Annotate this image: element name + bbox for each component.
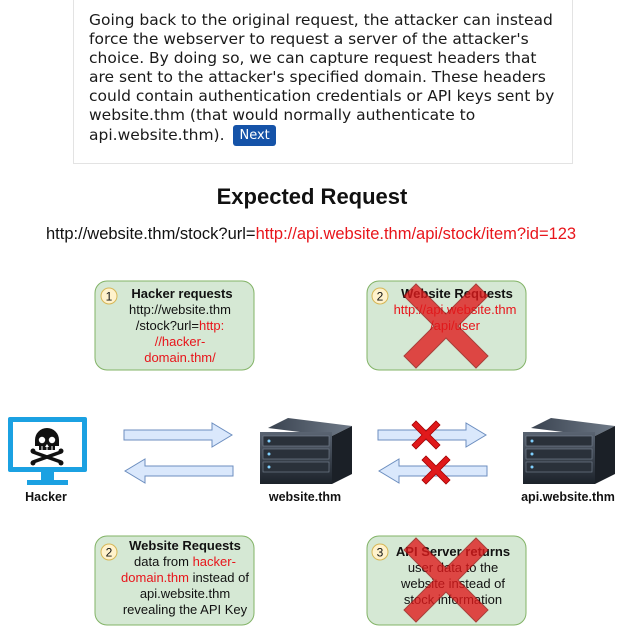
step3-line1: user data to the bbox=[407, 560, 499, 575]
step2-bottom-line3: api.website.thm bbox=[139, 586, 231, 601]
hacker-icon bbox=[8, 417, 87, 485]
api-label: api.website.thm bbox=[521, 490, 615, 504]
step1-line2-text: /stock?url= bbox=[135, 318, 199, 333]
api-server-icon bbox=[523, 418, 615, 484]
step1-text: Hacker requests http://website.thm /stoc… bbox=[104, 286, 256, 366]
hacker-label: Hacker bbox=[25, 490, 67, 504]
step2-bottom-line2-text: instead of bbox=[188, 570, 249, 585]
step2-bottom-line1: data from hacker- bbox=[108, 554, 262, 570]
step2-bottom-text: Website Requests data from hacker- domai… bbox=[108, 538, 262, 618]
step3-line3: stock information bbox=[403, 592, 503, 607]
step2-top-line2: /api/user bbox=[430, 318, 480, 333]
step1-line2: /stock?url=http: bbox=[104, 318, 256, 334]
step1-line2-red: http: bbox=[198, 318, 225, 333]
website-label: website.thm bbox=[268, 490, 342, 504]
step2-bottom-heading: Website Requests bbox=[129, 538, 241, 553]
step2-bottom-line4: revealing the API Key bbox=[122, 602, 248, 617]
step2-bottom-line1-text: data from bbox=[134, 554, 193, 569]
step1-line4: domain.thm/ bbox=[144, 350, 216, 365]
step3-heading-text: API Server returns bbox=[395, 544, 511, 559]
step2-top-text: Website Requests http://api.website.thm … bbox=[380, 286, 530, 334]
step2-bottom-line2: domain.thm instead of bbox=[108, 570, 262, 586]
arrow-website-to-hacker bbox=[124, 458, 234, 484]
step3-text: API Server returns user data to the webs… bbox=[382, 544, 524, 608]
step1-heading: Hacker requests bbox=[131, 286, 233, 301]
step2-bottom-line1-red: hacker- bbox=[192, 554, 236, 569]
website-server-icon bbox=[260, 418, 352, 484]
ssrf-diagram: 1 2 2 3 bbox=[8, 280, 615, 626]
step2-top-line1: http://api.website.thm bbox=[393, 302, 517, 317]
step3-heading: API Server returns bbox=[396, 544, 510, 559]
arrow-hacker-to-website bbox=[123, 422, 233, 448]
step2-bottom-line2-red: domain.thm bbox=[121, 570, 189, 585]
step1-line1: http://website.thm bbox=[129, 302, 231, 317]
step3-line2: website instead of bbox=[400, 576, 506, 591]
step1-line3: //hacker- bbox=[154, 334, 206, 349]
step2-top-heading: Website Requests bbox=[401, 286, 513, 301]
